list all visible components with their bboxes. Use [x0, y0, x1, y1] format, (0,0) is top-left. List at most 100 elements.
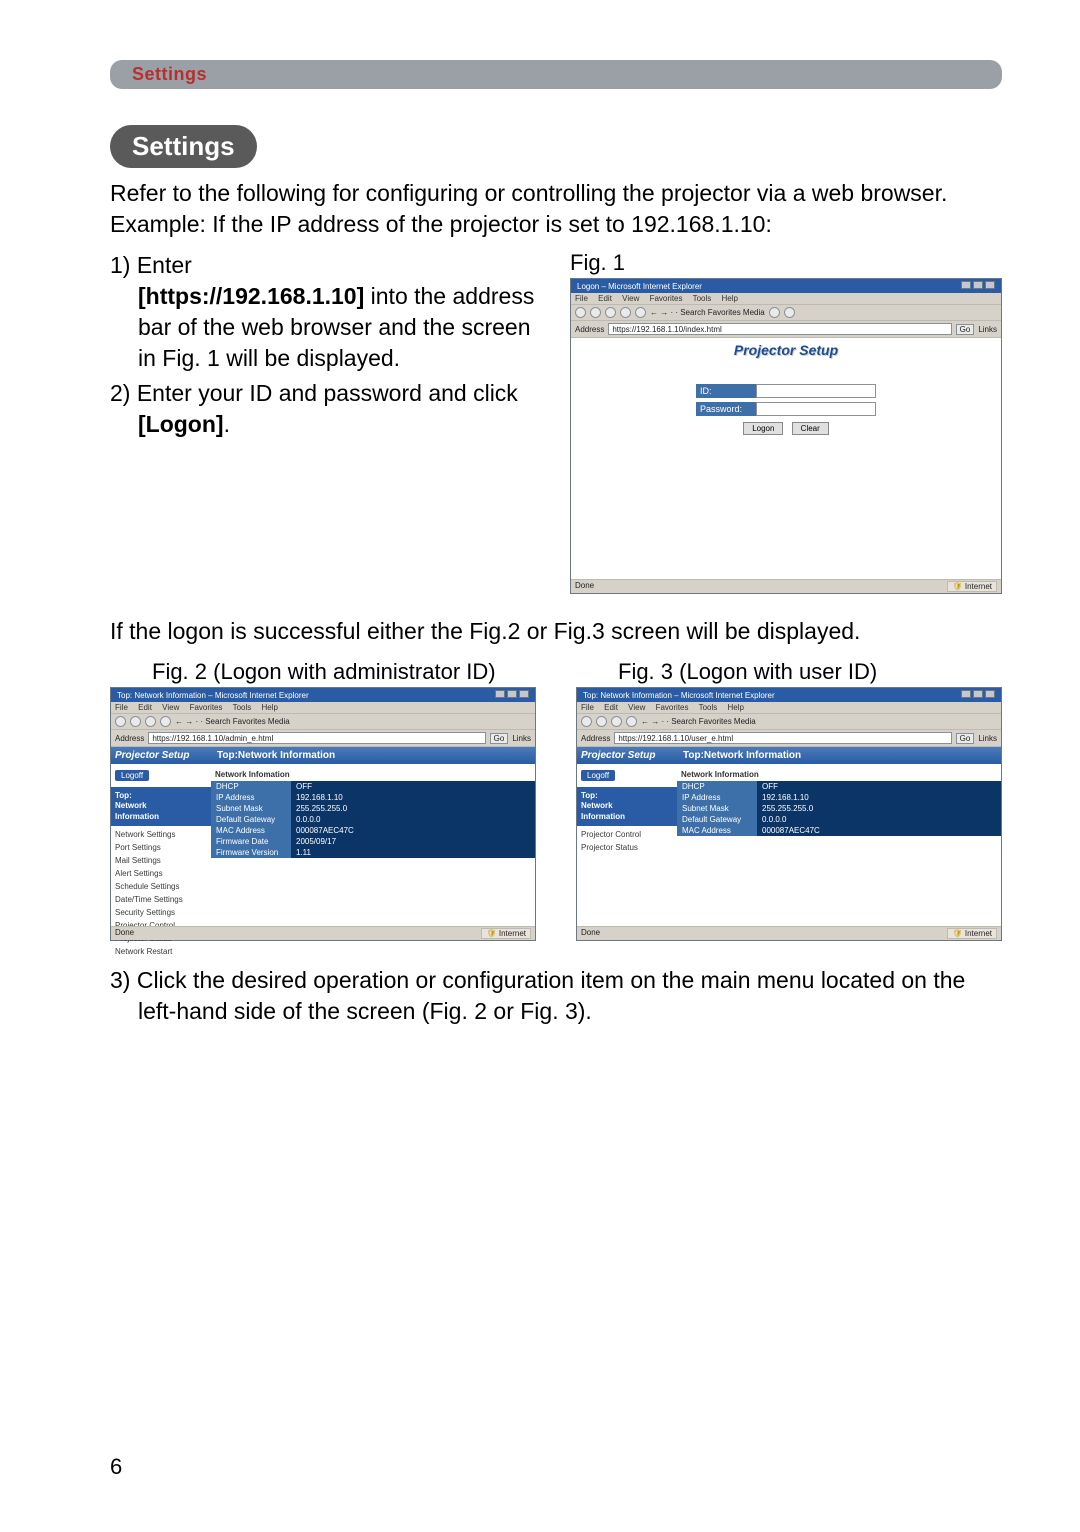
fig3-browser: Top: Network Information – Microsoft Int…: [576, 687, 1002, 941]
cell-key: MAC Address: [211, 825, 291, 836]
menu-view[interactable]: View: [628, 703, 645, 712]
sidebar-item-datetime-settings[interactable]: Date/Time Settings: [111, 893, 211, 906]
close-icon[interactable]: [519, 690, 529, 698]
stop-icon[interactable]: [605, 307, 616, 318]
cell-key: DHCP: [677, 781, 757, 792]
go-button[interactable]: Go: [956, 324, 975, 335]
logoff-button[interactable]: Logoff: [581, 770, 615, 781]
close-icon[interactable]: [985, 690, 995, 698]
address-input[interactable]: https://192.168.1.10/user_e.html: [614, 732, 951, 744]
fig1-titlebar: Logon – Microsoft Internet Explorer: [571, 279, 1001, 293]
stop-icon[interactable]: [145, 716, 156, 727]
links-label[interactable]: Links: [978, 734, 997, 743]
toolbar-text: ← → · · Search Favorites Media: [175, 717, 290, 726]
menu-help[interactable]: Help: [722, 294, 738, 303]
sidebar-top-item[interactable]: Top: Network Information: [577, 787, 677, 826]
sidebar-top-item[interactable]: Top: Network Information: [111, 787, 211, 826]
sidebar-item-projector-status[interactable]: Projector Status: [577, 841, 677, 854]
menu-view[interactable]: View: [622, 294, 639, 303]
table-row: IP Address192.168.1.10: [211, 792, 535, 803]
cell-key: IP Address: [677, 792, 757, 803]
sidebar-item-projector-control[interactable]: Projector Control: [577, 828, 677, 841]
address-input[interactable]: https://192.168.1.10/admin_e.html: [148, 732, 485, 744]
fig2-content: Projector Setup Logoff Top: Network Info…: [111, 747, 535, 929]
window-controls: [959, 281, 995, 291]
refresh-icon[interactable]: [626, 716, 637, 727]
table-row: Default Gateway0.0.0.0: [677, 814, 1001, 825]
menu-file[interactable]: File: [581, 703, 594, 712]
fig3-statusbar: Done 🛡 Internet: [577, 926, 1001, 940]
shield-icon: 🛡: [952, 929, 962, 938]
mail-icon[interactable]: [769, 307, 780, 318]
go-button[interactable]: Go: [490, 733, 509, 744]
sidebar-item-schedule-settings[interactable]: Schedule Settings: [111, 880, 211, 893]
go-button[interactable]: Go: [956, 733, 975, 744]
sidebar-item-mail-settings[interactable]: Mail Settings: [111, 854, 211, 867]
step1-prefix: 1) Enter: [110, 252, 192, 278]
maximize-icon[interactable]: [507, 690, 517, 698]
close-icon[interactable]: [985, 281, 995, 289]
logoff-button[interactable]: Logoff: [115, 770, 149, 781]
menu-edit[interactable]: Edit: [598, 294, 612, 303]
menu-favorites[interactable]: Favorites: [190, 703, 223, 712]
refresh-icon[interactable]: [620, 307, 631, 318]
sidebar-item-security-settings[interactable]: Security Settings: [111, 906, 211, 919]
stop-icon[interactable]: [611, 716, 622, 727]
address-input[interactable]: https://192.168.1.10/index.html: [608, 323, 951, 335]
sidebar-item-port-settings[interactable]: Port Settings: [111, 841, 211, 854]
menu-favorites[interactable]: Favorites: [650, 294, 683, 303]
password-input[interactable]: [756, 402, 876, 416]
cell-value: 1.11: [291, 847, 535, 858]
maximize-icon[interactable]: [973, 281, 983, 289]
sidebar-item-network-settings[interactable]: Network Settings: [111, 828, 211, 841]
minimize-icon[interactable]: [961, 281, 971, 289]
maximize-icon[interactable]: [973, 690, 983, 698]
links-label[interactable]: Links: [512, 734, 531, 743]
fig3-caption: Fig. 3 (Logon with user ID): [618, 659, 1002, 685]
step-3: 3) Click the desired operation or config…: [110, 965, 1002, 1027]
back-icon[interactable]: [575, 307, 586, 318]
id-input[interactable]: [756, 384, 876, 398]
refresh-icon[interactable]: [160, 716, 171, 727]
status-right: Internet: [499, 929, 526, 938]
minimize-icon[interactable]: [961, 690, 971, 698]
sidebar-item-alert-settings[interactable]: Alert Settings: [111, 867, 211, 880]
fig1-content: Projector Setup ID: Password: Logon Cl: [571, 338, 1001, 580]
table-row: MAC Address000087AEC47C: [211, 825, 535, 836]
forward-icon[interactable]: [130, 716, 141, 727]
cell-value: 192.168.1.10: [757, 792, 1001, 803]
table-row: MAC Address000087AEC47C: [677, 825, 1001, 836]
forward-icon[interactable]: [596, 716, 607, 727]
logon-button[interactable]: Logon: [743, 422, 783, 435]
forward-icon[interactable]: [590, 307, 601, 318]
post-logon-text: If the logon is successful either the Fi…: [110, 618, 1002, 645]
menu-tools[interactable]: Tools: [699, 703, 718, 712]
menu-tools[interactable]: Tools: [233, 703, 252, 712]
fig1-toolbar: ← → · · Search Favorites Media: [571, 304, 1001, 321]
menu-file[interactable]: File: [115, 703, 128, 712]
menu-edit[interactable]: Edit: [604, 703, 618, 712]
intro-line2: Example: If the IP address of the projec…: [110, 211, 772, 237]
clear-button[interactable]: Clear: [792, 422, 829, 435]
fig2-menubar: File Edit View Favorites Tools Help: [111, 702, 535, 713]
address-label: Address: [581, 734, 610, 743]
fig2-caption: Fig. 2 (Logon with administrator ID): [152, 659, 536, 685]
cell-value: OFF: [291, 781, 535, 792]
cell-key: DHCP: [211, 781, 291, 792]
back-icon[interactable]: [115, 716, 126, 727]
menu-file[interactable]: File: [575, 294, 588, 303]
menu-edit[interactable]: Edit: [138, 703, 152, 712]
menu-favorites[interactable]: Favorites: [656, 703, 689, 712]
menu-help[interactable]: Help: [728, 703, 744, 712]
menu-view[interactable]: View: [162, 703, 179, 712]
menu-help[interactable]: Help: [262, 703, 278, 712]
links-label[interactable]: Links: [978, 325, 997, 334]
cell-key: MAC Address: [677, 825, 757, 836]
print-icon[interactable]: [784, 307, 795, 318]
home-icon[interactable]: [635, 307, 646, 318]
menu-tools[interactable]: Tools: [693, 294, 712, 303]
sidebar-item-network-restart[interactable]: Network Restart: [111, 945, 211, 958]
back-icon[interactable]: [581, 716, 592, 727]
toolbar-text: ← → · · Search Favorites Media: [641, 717, 756, 726]
minimize-icon[interactable]: [495, 690, 505, 698]
